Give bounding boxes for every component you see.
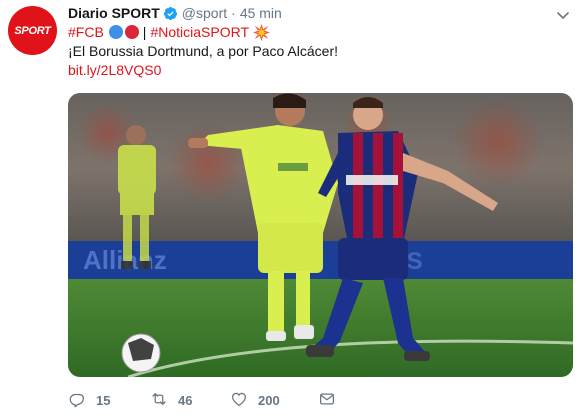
retweet-button[interactable]: 46 [150,390,230,411]
tweet-media-photo[interactable]: Allianz OS [68,93,573,377]
red-circle-emoji [124,25,139,39]
reply-icon [68,390,86,411]
like-icon [230,390,248,411]
tweet-text: ¡El Borussia Dortmund, a por Paco Alcáce… [68,43,339,59]
football-ball [121,333,161,373]
tweet-link-line: bit.ly/2L8VQS0 [68,62,161,78]
hashtag-noticiasport[interactable]: #NoticiaSPORT [150,24,249,40]
timestamp[interactable]: 45 min [240,5,282,21]
verified-badge-icon [163,6,178,21]
tweet-card: SPORT Diario SPORT @sport · 45 min #FCB … [0,0,581,420]
avatar-logo-text: SPORT [14,24,51,37]
hashtag-fcb[interactable]: #FCB [68,24,104,40]
football-photo: Allianz OS [68,93,573,377]
direct-message-button[interactable] [318,390,336,411]
tweet-actions: 15 46 200 [68,390,336,410]
tweet-hashtags-line: #FCB | #NoticiaSPORT [68,23,270,41]
tweet-header: Diario SPORT @sport · 45 min [68,4,282,22]
dm-icon [318,390,336,411]
tweet-link[interactable]: bit.ly/2L8VQS0 [68,62,161,78]
avatar[interactable]: SPORT [8,6,57,55]
retweet-icon [150,390,168,411]
blue-circle-emoji [108,25,123,39]
like-button[interactable]: 200 [230,390,318,411]
collision-icon [253,23,270,41]
reply-button[interactable]: 15 [68,390,150,411]
caret-down-icon[interactable] [557,7,569,20]
separator-dot: · [231,5,236,21]
display-name[interactable]: Diario SPORT [68,5,160,21]
like-count: 200 [258,392,280,408]
divider: | [142,24,147,40]
account-handle[interactable]: @sport [182,5,227,21]
retweet-count: 46 [178,392,193,408]
reply-count: 15 [96,392,111,408]
